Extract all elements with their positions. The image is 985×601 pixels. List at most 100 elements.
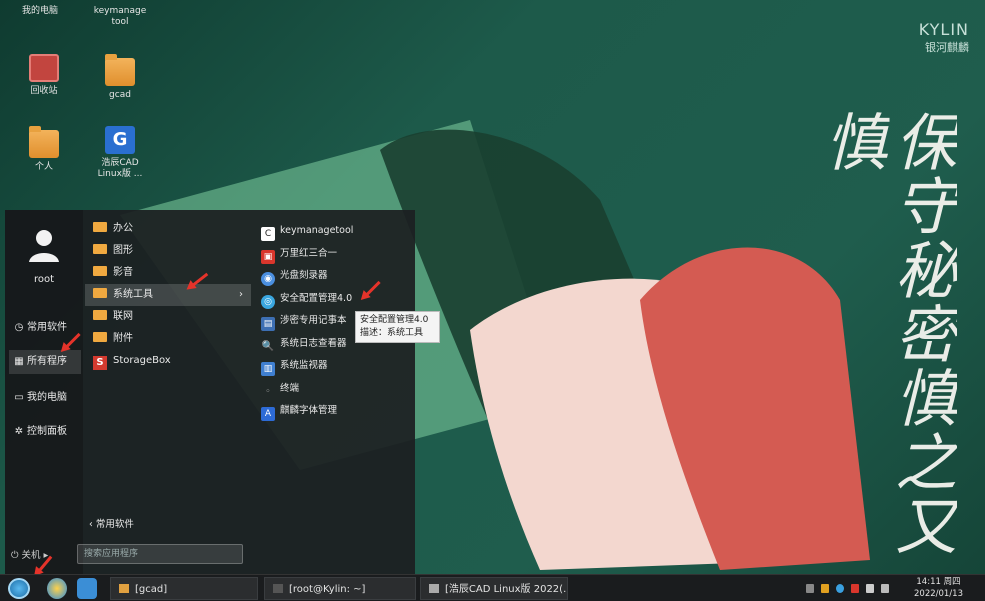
power-button[interactable]: ⏻ 关机 ▸: [11, 547, 48, 561]
start-menu: root ◷ 常用软件 ▦ 所有程序 ▭ 我的电脑 ✲ 控制面板 ⏻ 关机 ▸ 办公 图…: [5, 210, 415, 574]
desktop-icon-trash[interactable]: 回收站: [12, 54, 76, 97]
app-keymanagetool[interactable]: Ckeymanagetool: [257, 220, 407, 243]
clock-time: 14:11 周四: [916, 577, 961, 587]
app-disc-burner[interactable]: ◉ 光盘刻录器: [257, 265, 407, 288]
app-system-monitor[interactable]: ▥ 系统监视器: [257, 355, 407, 378]
tray-app-icon[interactable]: [806, 584, 814, 593]
kylin-brand-sub: 银河麒麟: [925, 41, 969, 54]
tooltip-description: 描述：系统工具: [360, 328, 424, 338]
app-label: 光盘刻录器: [280, 270, 328, 281]
category-graphics[interactable]: 图形: [85, 240, 251, 262]
cad-app-icon: [429, 584, 439, 593]
category-label: 系统工具: [113, 289, 153, 300]
app-label: keymanagetool: [280, 225, 354, 236]
folder-icon: [93, 244, 107, 254]
category-storagebox[interactable]: S StorageBox: [85, 350, 251, 372]
category-office[interactable]: 办公: [85, 218, 251, 240]
desktop-icon-label: keymanage tool: [93, 6, 147, 27]
app-font-manager[interactable]: A 麒麟字体管理: [257, 400, 407, 423]
task-cad[interactable]: [浩辰CAD Linux版 2022(...: [420, 577, 568, 600]
side-item-control-panel[interactable]: ✲ 控制面板: [9, 420, 81, 444]
category-label: 联网: [113, 311, 133, 322]
folder-icon: [93, 288, 107, 298]
side-item-label: 控制面板: [27, 426, 67, 437]
kylin-logo: KYLIN 银河麒麟: [919, 20, 969, 55]
chevron-right-icon: ›: [239, 289, 243, 300]
app-terminal[interactable]: ◦ 终端: [257, 378, 407, 401]
system-monitor-icon: ▥: [261, 362, 275, 376]
clock[interactable]: 14:11 周四 2022/01/13: [914, 576, 963, 600]
folder-icon: [93, 266, 107, 276]
category-accessories[interactable]: 附件: [85, 328, 251, 350]
app-label: 系统日志查看器: [280, 337, 347, 349]
task-gcad[interactable]: [gcad]: [110, 577, 258, 600]
clock-icon: ◷: [14, 322, 24, 333]
keymanagetool-icon: C: [261, 227, 275, 241]
desktop-icon-keymanagetool[interactable]: keymanage tool: [88, 6, 152, 28]
category-label: 附件: [113, 333, 133, 344]
tray-network-icon[interactable]: [836, 584, 844, 593]
start-menu-button[interactable]: [8, 578, 30, 599]
taskbar: [gcad] [root@Kylin: ~] [浩辰CAD Linux版 202…: [0, 574, 985, 601]
security-config-icon: ◎: [261, 294, 275, 309]
terminal-icon: [273, 584, 283, 593]
side-item-my-computer[interactable]: ▭ 我的电脑: [9, 386, 81, 410]
desktop-icon-label: 浩辰CAD Linux版 ...: [97, 158, 143, 179]
task-terminal[interactable]: [root@Kylin: ~]: [264, 577, 416, 600]
desktop-icon-personal[interactable]: 个人: [12, 126, 76, 173]
side-item-all-programs[interactable]: ▦ 所有程序: [9, 350, 81, 374]
settings-icon: ✲: [14, 426, 24, 437]
category-label: 图形: [113, 245, 133, 256]
tooltip-title: 安全配置管理4.0: [360, 315, 429, 325]
side-item-common-software[interactable]: ◷ 常用软件: [9, 316, 81, 340]
app-search-input[interactable]: 搜索应用程序: [77, 544, 243, 564]
tray-security-icon[interactable]: [821, 584, 829, 593]
browser-icon[interactable]: [47, 578, 67, 599]
system-tray: [806, 578, 889, 599]
desktop-icon-label: gcad: [109, 90, 131, 100]
desktop-icon-label: 个人: [34, 162, 53, 172]
user-avatar-icon[interactable]: [27, 228, 61, 264]
wallpaper-calligraphy: 保守秘密慎之又慎: [814, 110, 957, 558]
notepad-icon: ▤: [261, 317, 275, 331]
trash-icon: [29, 54, 59, 82]
app-label: 麒麟字体管理: [280, 405, 338, 416]
side-item-label: 我的电脑: [27, 392, 67, 403]
volume-icon[interactable]: [866, 584, 874, 593]
category-label: 办公: [113, 223, 133, 234]
category-media[interactable]: 影音: [85, 262, 251, 284]
folder-icon: [93, 222, 107, 232]
tray-display-icon[interactable]: [881, 584, 889, 593]
file-manager-icon[interactable]: [77, 578, 97, 599]
category-system-tools[interactable]: 系统工具 ›: [85, 284, 251, 306]
category-network[interactable]: 联网: [85, 306, 251, 328]
app-security-config[interactable]: ◎ 安全配置管理4.0: [257, 288, 407, 311]
app-label: 安全配置管理4.0: [280, 292, 353, 304]
category-label: StorageBox: [113, 355, 171, 366]
task-label: [浩辰CAD Linux版 2022(...: [445, 584, 568, 595]
apps-icon: ▦: [14, 356, 24, 367]
app-label: 终端: [280, 382, 300, 394]
wanlihong-icon: ▣: [261, 249, 275, 264]
folder-icon: [105, 54, 135, 86]
desktop-icon-computer[interactable]: 我的电脑: [8, 6, 72, 17]
folder-icon: [93, 310, 107, 320]
cad-app-icon: G: [105, 126, 135, 154]
side-item-label: 所有程序: [27, 356, 67, 367]
back-to-common-button[interactable]: ‹ 常用软件: [89, 516, 134, 530]
search-icon: 🔍: [261, 340, 275, 352]
app-label: 系统监视器: [280, 360, 328, 371]
app-wanlihong[interactable]: ▣ 万里红三合一: [257, 243, 407, 266]
side-item-label: 常用软件: [27, 322, 67, 333]
tray-alert-icon[interactable]: [851, 584, 859, 593]
folder-icon: [119, 584, 129, 593]
desktop-icon-gcad[interactable]: gcad: [88, 54, 152, 101]
category-label: 影音: [113, 267, 133, 278]
category-list: 办公 图形 影音 系统工具 › 联网 附件 S StorageBox: [85, 218, 251, 372]
desktop-icon-label: 我的电脑: [21, 6, 58, 16]
task-label: [gcad]: [135, 584, 168, 595]
start-menu-sidebar: root ◷ 常用软件 ▦ 所有程序 ▭ 我的电脑 ✲ 控制面板 ⏻ 关机 ▸: [5, 210, 83, 574]
clock-date: 2022/01/13: [914, 589, 963, 599]
desktop-icon-cad[interactable]: G 浩辰CAD Linux版 ...: [88, 126, 152, 180]
folder-icon: [93, 332, 107, 342]
